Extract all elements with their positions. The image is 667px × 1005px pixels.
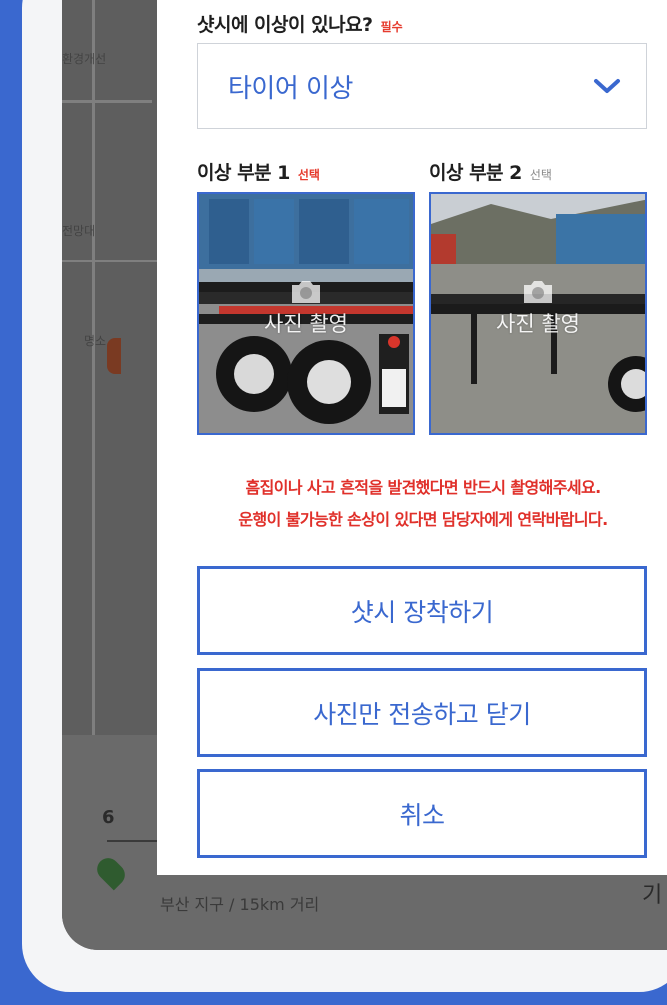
map-label: 전망대 [62,224,96,238]
warning-line-2: 운행이 불가능한 손상이 있다면 담당자에게 연락바랍니다. [238,510,608,529]
photo-part-2-label: 이상 부분 2 [429,162,522,184]
cancel-button[interactable]: 취소 [197,769,647,858]
map-label: 명소 [84,334,107,348]
photo-part-1-label: 이상 부분 1 [197,162,290,184]
camera-icon [524,281,552,303]
question-row: 샷시에 이상이 있나요? 필수 [197,10,403,37]
phone-frame: 환경개선 전망대 명소 6 부산 지구 / 15km 거리 기 샷시에 이상이 … [22,0,667,992]
photo-part-1-label-row: 이상 부분 1 선택 [197,158,320,185]
camera-label: 사진 촬영 [264,312,348,336]
photo-slot-1[interactable]: 사진 촬영 [197,192,415,435]
camera-label: 사진 촬영 [496,312,580,336]
photo-slot-2[interactable]: 사진 촬영 [429,192,647,435]
question-label: 샷시에 이상이 있나요? [197,14,373,36]
location-pin-icon [92,853,130,891]
chevron-down-icon [594,79,620,93]
chassis-inspection-modal: 샷시에 이상이 있나요? 필수 타이어 이상 이상 부분 1 선택 이상 부분 … [157,0,667,875]
warning-message: 흠집이나 사고 흔적을 발견했다면 반드시 촬영해주세요. 운행이 불가능한 손… [157,472,667,536]
bottom-sheet-right-text: 기 [642,883,663,908]
photo-part-1-tag: 선택 [297,168,320,182]
attach-chassis-button[interactable]: 샷시 장착하기 [197,566,647,655]
camera-overlay: 사진 촬영 [199,278,413,338]
screen: 환경개선 전망대 명소 6 부산 지구 / 15km 거리 기 샷시에 이상이 … [62,0,667,950]
map-marker [107,338,121,374]
camera-icon [292,281,320,303]
send-photos-close-button[interactable]: 사진만 전송하고 닫기 [197,668,647,757]
warning-line-1: 흠집이나 사고 흔적을 발견했다면 반드시 촬영해주세요. [245,478,601,497]
photo-part-2-label-row: 이상 부분 2 선택 [429,158,552,185]
required-tag: 필수 [380,20,403,34]
bottom-sheet-number: 6 [102,807,115,828]
camera-overlay: 사진 촬영 [431,278,645,338]
photo-part-2-tag: 선택 [529,168,552,182]
bottom-sheet-subtext: 부산 지구 / 15km 거리 [160,895,320,914]
map-label: 환경개선 [62,52,107,66]
issue-type-select[interactable]: 타이어 이상 [197,43,647,129]
select-value: 타이어 이상 [228,73,353,104]
